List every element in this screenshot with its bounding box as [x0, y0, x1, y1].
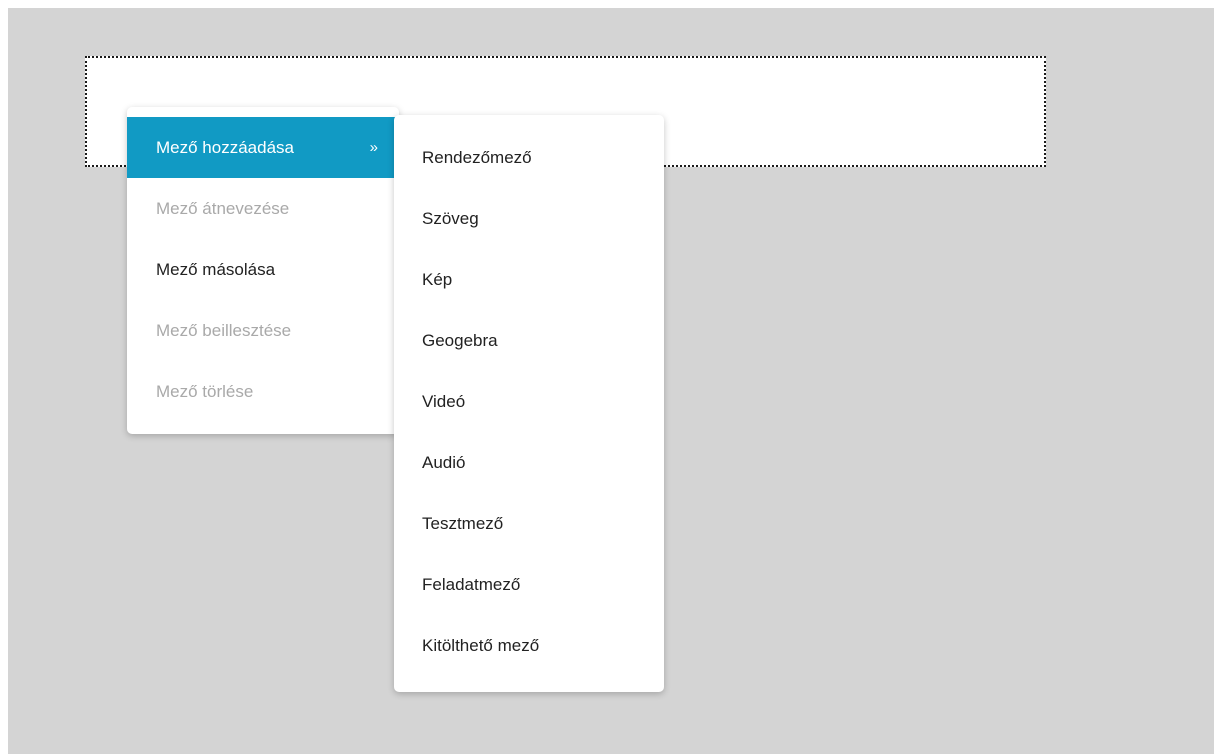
submenu-item-kep[interactable]: Kép [394, 249, 664, 310]
submenu-item-label: Szöveg [422, 209, 479, 228]
menu-item-label: Mező törlése [156, 382, 254, 401]
menu-item-paste-field: Mező beillesztése [127, 300, 399, 361]
submenu-item-label: Feladatmező [422, 575, 521, 594]
menu-item-rename-field: Mező átnevezése [127, 178, 399, 239]
submenu-item-label: Audió [422, 453, 466, 472]
submenu-item-audio[interactable]: Audió [394, 432, 664, 493]
menu-item-label: Mező beillesztése [156, 321, 292, 340]
submenu-item-feladatmezo[interactable]: Feladatmező [394, 554, 664, 615]
submenu-item-label: Rendezőmező [422, 148, 532, 167]
submenu-item-rendezomezo[interactable]: Rendezőmező [394, 127, 664, 188]
menu-item-label: Mező hozzáadása [156, 138, 294, 157]
submenu-item-kitoltheto-mezo[interactable]: Kitölthető mező [394, 615, 664, 676]
add-field-submenu: Rendezőmező Szöveg Kép Geogebra Videó Au… [394, 115, 664, 692]
submenu-item-label: Tesztmező [422, 514, 504, 533]
menu-item-add-field[interactable]: Mező hozzáadása » [127, 117, 399, 178]
submenu-item-geogebra[interactable]: Geogebra [394, 310, 664, 371]
submenu-item-tesztmezo[interactable]: Tesztmező [394, 493, 664, 554]
submenu-item-label: Geogebra [422, 331, 498, 350]
menu-item-label: Mező átnevezése [156, 199, 290, 218]
submenu-item-szoveg[interactable]: Szöveg [394, 188, 664, 249]
submenu-arrow-icon: » [369, 139, 378, 156]
menu-item-delete-field: Mező törlése [127, 361, 399, 422]
submenu-item-label: Kitölthető mező [422, 636, 540, 655]
context-menu: Mező hozzáadása » Mező átnevezése Mező m… [127, 107, 399, 434]
submenu-item-label: Kép [422, 270, 453, 289]
submenu-item-video[interactable]: Videó [394, 371, 664, 432]
menu-item-label: Mező másolása [156, 260, 276, 279]
menu-item-copy-field[interactable]: Mező másolása [127, 239, 399, 300]
submenu-item-label: Videó [422, 392, 466, 411]
